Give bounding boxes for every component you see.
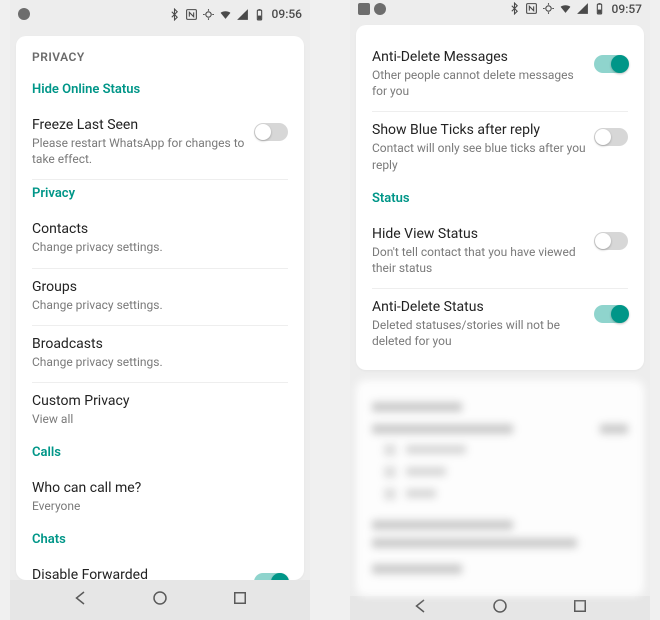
row-title: Disable Forwarded	[32, 567, 246, 580]
row-groups[interactable]: Groups Change privacy settings.	[32, 269, 288, 326]
battery-icon	[253, 8, 266, 21]
row-subtitle: Change privacy settings.	[32, 239, 280, 255]
row-subtitle: Deleted statuses/stories will not be del…	[372, 317, 586, 349]
bluetooth-icon	[168, 8, 181, 21]
row-anti-delete-status[interactable]: Anti-Delete Status Deleted statuses/stor…	[372, 289, 628, 361]
toggle-anti-delete-status[interactable]	[594, 305, 628, 323]
row-subtitle: Contact will only see blue ticks after y…	[372, 140, 586, 172]
toggle-blue-ticks[interactable]	[594, 128, 628, 146]
row-broadcasts[interactable]: Broadcasts Change privacy settings.	[32, 326, 288, 383]
row-subtitle: View all	[32, 411, 280, 427]
row-custom-privacy[interactable]: Custom Privacy View all	[32, 383, 288, 439]
nav-back-icon[interactable]	[412, 597, 430, 619]
row-title: Custom Privacy	[32, 393, 280, 409]
row-subtitle: Change privacy settings.	[32, 354, 280, 370]
row-hide-view-status[interactable]: Hide View Status Don't tell contact that…	[372, 216, 628, 289]
section-status: Status	[372, 191, 628, 206]
row-title: Who can call me?	[32, 480, 280, 496]
row-disable-forwarded[interactable]: Disable Forwarded Allows you to re-send …	[32, 557, 288, 580]
row-subtitle: Change privacy settings.	[32, 297, 280, 313]
signal-icon	[236, 8, 249, 21]
row-anti-delete-messages[interactable]: Anti-Delete Messages Other people cannot…	[372, 39, 628, 112]
signal-icon	[576, 2, 589, 15]
row-subtitle: Other people cannot delete messages for …	[372, 67, 586, 99]
battery-icon	[593, 2, 606, 15]
toggle-anti-delete-messages[interactable]	[594, 55, 628, 73]
notif-dot-icon	[374, 3, 386, 15]
row-blue-ticks[interactable]: Show Blue Ticks after reply Contact will…	[372, 112, 628, 184]
nfc-icon	[525, 2, 538, 15]
section-privacy: Privacy	[32, 186, 288, 201]
status-bar: 09:57	[350, 0, 650, 17]
nav-bar	[10, 580, 310, 620]
toggle-freeze-last-seen[interactable]	[254, 123, 288, 141]
toggle-disable-forwarded[interactable]	[254, 573, 288, 580]
nav-recent-icon[interactable]	[571, 597, 589, 619]
row-title: Hide View Status	[372, 226, 586, 242]
vibrate-icon	[542, 2, 555, 15]
row-title: Groups	[32, 279, 280, 295]
row-subtitle: Everyone	[32, 498, 280, 514]
row-subtitle: Please restart WhatsApp for changes to t…	[32, 135, 246, 167]
phone-right: 09:57 Anti-Delete Messages Other people …	[350, 0, 650, 620]
phone-left: 09:56 PRIVACY Hide Online Status Freeze …	[10, 0, 310, 620]
clock: 09:56	[272, 7, 302, 21]
toggle-hide-view-status[interactable]	[594, 232, 628, 250]
nav-back-icon[interactable]	[72, 589, 90, 611]
row-title: Contacts	[32, 221, 280, 237]
section-calls: Calls	[32, 445, 288, 460]
row-title: Anti-Delete Status	[372, 299, 586, 315]
clock: 09:57	[612, 2, 642, 16]
wifi-icon	[219, 8, 232, 21]
nav-recent-icon[interactable]	[231, 589, 249, 611]
nav-home-icon[interactable]	[491, 597, 509, 619]
bluetooth-icon	[508, 2, 521, 15]
row-freeze-last-seen[interactable]: Freeze Last Seen Please restart WhatsApp…	[32, 107, 288, 180]
wifi-icon	[559, 2, 572, 15]
section-hide-online: Hide Online Status	[32, 82, 288, 97]
row-contacts[interactable]: Contacts Change privacy settings.	[32, 211, 288, 268]
settings-card: PRIVACY Hide Online Status Freeze Last S…	[16, 36, 304, 580]
status-bar: 09:56	[10, 0, 310, 28]
image-notif-icon	[358, 3, 370, 15]
nfc-icon	[185, 8, 198, 21]
nav-home-icon[interactable]	[151, 589, 169, 611]
section-chats: Chats	[32, 532, 288, 547]
row-who-can-call[interactable]: Who can call me? Everyone	[32, 470, 288, 526]
row-title: Anti-Delete Messages	[372, 49, 586, 65]
notif-dot-icon	[18, 8, 30, 20]
settings-card: Anti-Delete Messages Other people cannot…	[356, 25, 644, 370]
nav-bar	[350, 596, 650, 620]
row-title: Broadcasts	[32, 336, 280, 352]
row-title: Freeze Last Seen	[32, 117, 246, 133]
vibrate-icon	[202, 8, 215, 21]
row-title: Show Blue Ticks after reply	[372, 122, 586, 138]
blurred-card	[356, 380, 644, 596]
row-subtitle: Don't tell contact that you have viewed …	[372, 244, 586, 276]
page-title: PRIVACY	[32, 50, 288, 64]
